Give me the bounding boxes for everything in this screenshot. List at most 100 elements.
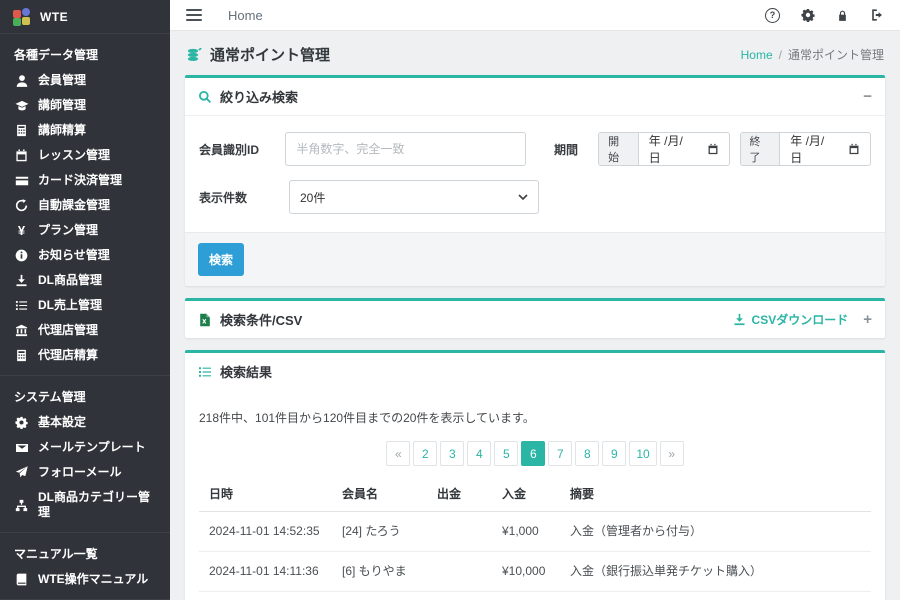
collapse-icon[interactable]: − — [863, 89, 872, 104]
credit-card-icon — [14, 174, 29, 188]
pagination-page-4[interactable]: 4 — [467, 441, 491, 466]
lock-icon[interactable] — [836, 9, 849, 22]
pagination: « 2 3 4 5 6 7 8 9 10 » — [199, 441, 871, 466]
csv-card-header: 検索条件/CSV CSVダウンロード + — [185, 301, 885, 338]
breadcrumb-home-link[interactable]: Home — [741, 48, 773, 62]
signout-icon[interactable] — [870, 8, 884, 22]
sidebar-item-label: 基本設定 — [38, 415, 86, 430]
filter-card-footer: 検索 — [185, 232, 885, 286]
logo-icon — [13, 8, 31, 26]
sidebar-item-mail-templates[interactable]: メールテンプレート — [0, 435, 170, 460]
pagination-page-5[interactable]: 5 — [494, 441, 518, 466]
member-id-input[interactable] — [285, 132, 526, 166]
cell-deposit: ¥10,000 — [492, 552, 560, 592]
envelope-icon — [14, 441, 29, 455]
cell-withdrawal — [427, 552, 492, 592]
sidebar-item-label: 代理店精算 — [38, 348, 98, 363]
sidebar-item-instructor-settlement[interactable]: 講師精算 — [0, 118, 170, 143]
col-summary: 摘要 — [560, 476, 871, 512]
sitemap-icon — [14, 498, 29, 512]
pagination-page-8[interactable]: 8 — [575, 441, 599, 466]
menu-toggle-icon[interactable] — [186, 9, 202, 21]
cell-withdrawal — [427, 512, 492, 552]
download-icon — [733, 313, 746, 326]
gear-icon — [14, 416, 29, 430]
sidebar-item-label: お知らせ管理 — [38, 248, 110, 263]
sidebar-item-follow-mail[interactable]: フォローメール — [0, 460, 170, 485]
sidebar-item-announcements[interactable]: お知らせ管理 — [0, 243, 170, 268]
results-card: 検索結果 218件中、101件目から120件目までの20件を表示しています。 «… — [185, 350, 885, 600]
sidebar-item-members[interactable]: 会員管理 — [0, 68, 170, 93]
coins-icon — [186, 47, 202, 62]
sidebar-item-basic-settings[interactable]: 基本設定 — [0, 410, 170, 435]
sidebar-section-manual: マニュアル一覧 — [0, 533, 170, 567]
pagination-next[interactable]: » — [660, 441, 684, 466]
sidebar-item-label: 会員管理 — [38, 73, 86, 88]
per-page-value: 20件 — [300, 189, 325, 206]
results-card-body: 218件中、101件目から120件目までの20件を表示しています。 « 2 3 … — [185, 390, 885, 600]
page-header: 通常ポイント管理 Home/通常ポイント管理 — [170, 31, 900, 75]
chevron-down-icon — [518, 194, 528, 200]
sidebar-item-dl-categories[interactable]: DL商品カテゴリー管理 — [0, 485, 170, 525]
end-date-value: 年 /月/日 — [790, 132, 832, 166]
pagination-page-9[interactable]: 9 — [602, 441, 626, 466]
expand-icon[interactable]: + — [863, 312, 872, 327]
pagination-page-6-active[interactable]: 6 — [521, 441, 545, 466]
breadcrumb: Home/通常ポイント管理 — [741, 46, 884, 63]
list-icon — [198, 365, 212, 379]
csv-card: 検索条件/CSV CSVダウンロード + — [185, 298, 885, 338]
filter-card-title: 絞り込み検索 — [220, 87, 298, 106]
csv-card-title: 検索条件/CSV — [220, 310, 302, 329]
sidebar-item-label: カード決済管理 — [38, 173, 122, 188]
filter-card-header: 絞り込み検索 − — [185, 78, 885, 116]
sidebar-item-label: メールテンプレート — [38, 440, 146, 455]
pagination-page-7[interactable]: 7 — [548, 441, 572, 466]
excel-file-icon — [198, 313, 212, 327]
end-date-input[interactable]: 終了 年 /月/日 — [740, 132, 871, 166]
sidebar-item-dl-sales[interactable]: DL売上管理 — [0, 293, 170, 318]
app-logo[interactable]: WTE — [0, 0, 170, 34]
page-title-text: 通常ポイント管理 — [210, 44, 330, 65]
results-card-header: 検索結果 — [185, 353, 885, 390]
pagination-page-2[interactable]: 2 — [413, 441, 437, 466]
per-page-label: 表示件数 — [199, 189, 289, 206]
sidebar-item-label: DL売上管理 — [38, 298, 102, 313]
table-row: 2024-10-30 18:31:02 [24] たろう ¥1,000 出金（レ… — [199, 592, 871, 600]
table-header-row: 日時 会員名 出金 入金 摘要 — [199, 476, 871, 512]
sidebar-item-plans[interactable]: ¥ プラン管理 — [0, 218, 170, 243]
search-icon — [198, 90, 212, 104]
cell-member: [6] もりやま — [332, 552, 427, 592]
sidebar-item-label: WTE操作マニュアル — [38, 572, 148, 587]
sidebar-item-lessons[interactable]: レッスン管理 — [0, 143, 170, 168]
col-member: 会員名 — [332, 476, 427, 512]
topbar-home-link[interactable]: Home — [228, 8, 263, 23]
pagination-prev[interactable]: « — [386, 441, 410, 466]
calendar-icon[interactable] — [848, 143, 860, 155]
cell-summary: 入金（管理者から付与） — [560, 512, 871, 552]
pagination-page-10[interactable]: 10 — [629, 441, 656, 466]
per-page-select[interactable]: 20件 — [289, 180, 539, 214]
sidebar-item-label: DL商品管理 — [38, 273, 102, 288]
sidebar-item-agency-settlement[interactable]: 代理店精算 — [0, 343, 170, 368]
pagination-page-3[interactable]: 3 — [440, 441, 464, 466]
sidebar-item-manual[interactable]: WTE操作マニュアル — [0, 567, 170, 592]
csv-download-link[interactable]: CSVダウンロード — [733, 311, 849, 328]
logo-text: WTE — [40, 10, 68, 24]
sidebar-item-agencies[interactable]: 代理店管理 — [0, 318, 170, 343]
sidebar-item-card-payments[interactable]: カード決済管理 — [0, 168, 170, 193]
calendar-icon[interactable] — [707, 143, 719, 155]
cell-member: [24] たろう — [332, 512, 427, 552]
sidebar-item-label: プラン管理 — [38, 223, 98, 238]
sidebar-item-instructors[interactable]: 講師管理 — [0, 93, 170, 118]
cell-deposit — [492, 592, 560, 600]
help-icon[interactable]: ? — [765, 8, 780, 23]
gear-icon[interactable] — [801, 8, 815, 22]
sidebar-section-data: 各種データ管理 — [0, 34, 170, 68]
results-card-title: 検索結果 — [220, 362, 272, 381]
sidebar-item-auto-billing[interactable]: 自動課金管理 — [0, 193, 170, 218]
cell-datetime: 2024-10-30 18:31:02 — [199, 592, 332, 600]
search-button[interactable]: 検索 — [198, 243, 244, 276]
yen-icon: ¥ — [14, 224, 29, 238]
start-date-input[interactable]: 開始 年 /月/日 — [598, 132, 729, 166]
sidebar-item-dl-products[interactable]: DL商品管理 — [0, 268, 170, 293]
